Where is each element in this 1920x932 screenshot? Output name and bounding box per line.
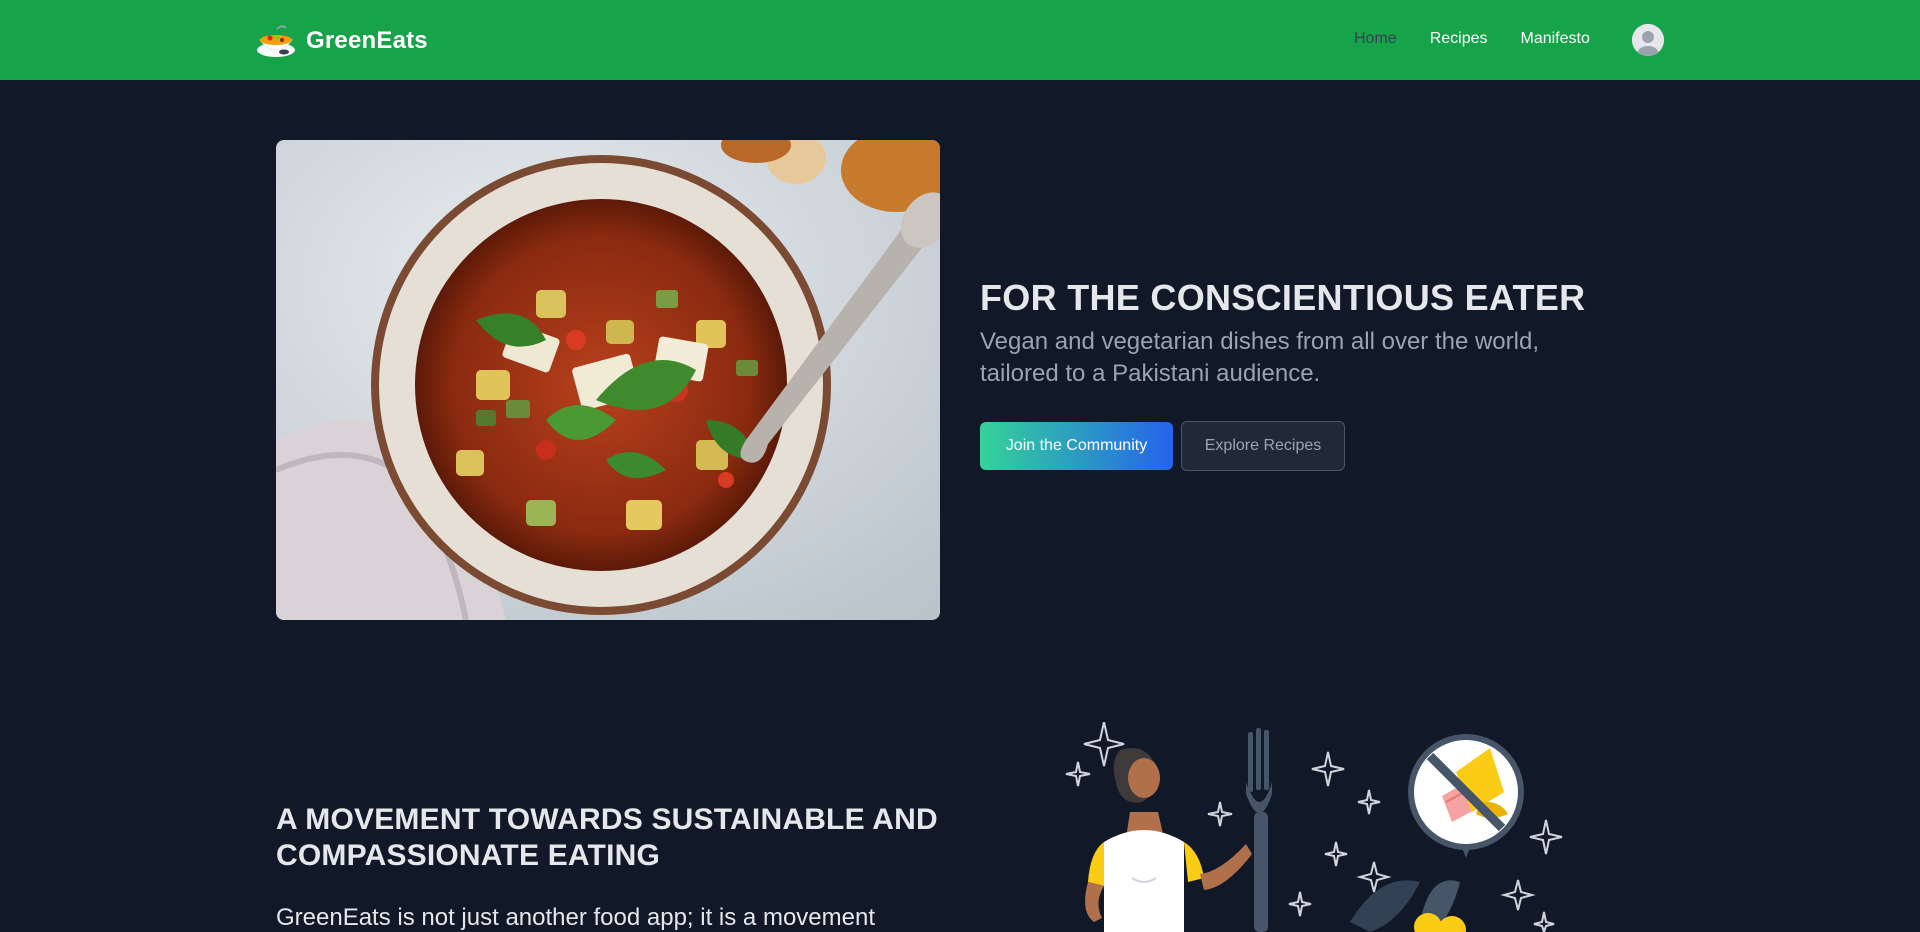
nav-link-manifesto[interactable]: Manifesto: [1521, 30, 1590, 48]
nav-link-recipes[interactable]: Recipes: [1430, 30, 1488, 48]
hero-buttons: Join the Community Explore Recipes: [980, 421, 1600, 471]
main-nav: Home Recipes Manifesto: [1354, 30, 1590, 48]
user-avatar-icon: [1632, 24, 1664, 56]
brand-name: GreenEats: [306, 27, 428, 54]
join-community-button[interactable]: Join the Community: [980, 422, 1173, 470]
user-avatar-button[interactable]: [1632, 24, 1664, 56]
hero-section: FOR THE CONSCIENTIOUS EATER Vegan and ve…: [980, 276, 1600, 471]
brand-link[interactable]: GreenEats: [256, 24, 428, 58]
nav-link-home[interactable]: Home: [1354, 30, 1397, 48]
mission-illustration: [1060, 721, 1580, 932]
hero-subtitle: Vegan and vegetarian dishes from all ove…: [980, 328, 1539, 387]
hero-title: FOR THE CONSCIENTIOUS EATER: [980, 277, 1586, 318]
mission-title: A MOVEMENT TOWARDS SUSTAINABLE AND COMPA…: [276, 803, 938, 872]
hero-food-image: [276, 140, 940, 620]
explore-recipes-button[interactable]: Explore Recipes: [1181, 421, 1345, 471]
navbar: GreenEats Home Recipes Manifesto: [0, 0, 1920, 80]
mission-section: A MOVEMENT TOWARDS SUSTAINABLE AND COMPA…: [276, 802, 976, 932]
mission-body: GreenEats is not just another food app; …: [276, 904, 875, 931]
soup-bowl-icon: [257, 25, 295, 57]
minestrone-soup-photo: [276, 140, 940, 620]
no-meat-illustration: [1065, 721, 1563, 932]
